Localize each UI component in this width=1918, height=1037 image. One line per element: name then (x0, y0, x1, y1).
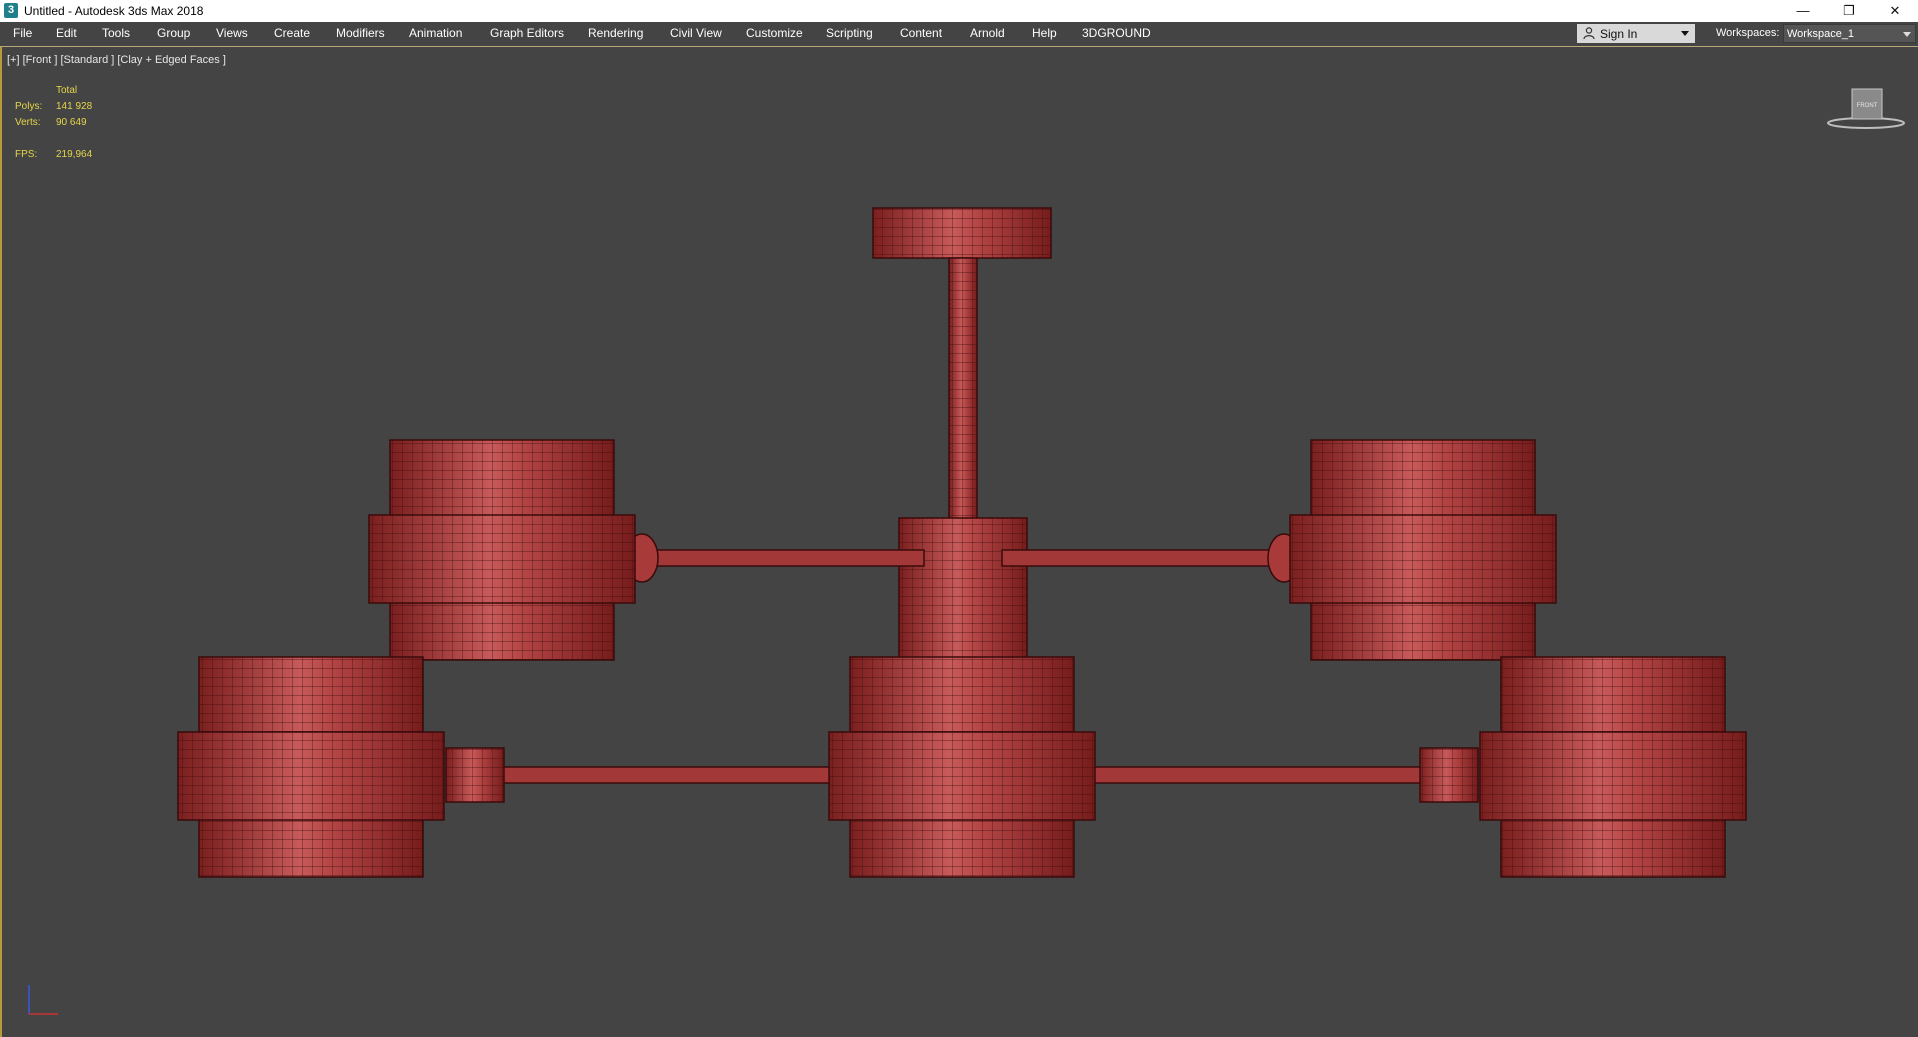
menu-animation[interactable]: Animation (409, 26, 462, 40)
sign-in-button[interactable]: Sign In (1577, 24, 1695, 43)
window-title: Untitled - Autodesk 3ds Max 2018 (24, 4, 204, 18)
canopy (872, 207, 1052, 259)
menu-modifiers[interactable]: Modifiers (336, 26, 385, 40)
lower-joint-left (445, 747, 505, 803)
menu-tools[interactable]: Tools (102, 26, 130, 40)
menu-content[interactable]: Content (900, 26, 942, 40)
lamp-lower-center-shade-outer (849, 656, 1075, 878)
lamp-upper-left-shade-outer-wireframe (390, 440, 614, 660)
menu-civil-view[interactable]: Civil View (670, 26, 722, 40)
menu-bar: File Edit Tools Group Views Create Modif… (0, 22, 1918, 47)
lamp-lower-right-shade-outer-wireframe (1501, 657, 1725, 877)
lamp-lower-left-shade-outer-wireframe (199, 657, 423, 877)
stats-verts-value: 90 649 (56, 117, 87, 128)
hub-wireframe (899, 518, 1027, 658)
user-icon (1583, 27, 1595, 39)
workspace-value: Workspace_1 (1787, 28, 1855, 40)
menu-3dground[interactable]: 3DGROUND (1082, 26, 1151, 40)
stats-fps-label: FPS: (15, 149, 38, 160)
menu-graph-editors[interactable]: Graph Editors (490, 26, 564, 40)
lamp-lower-center-shade-band (828, 731, 1096, 821)
stats-fps-value: 219,964 (56, 149, 93, 160)
app-icon: 3 (4, 3, 18, 18)
menu-create[interactable]: Create (274, 26, 310, 40)
stats-polys-value: 141 928 (56, 101, 93, 112)
stats-polys-label: Polys: (15, 101, 43, 112)
axis-tripod-icon (28, 985, 58, 1015)
front-viewport[interactable]: [+] [Front ] [Standard ] [Clay + Edged F… (0, 47, 1918, 1037)
lamp-upper-right-shade-band-wireframe (1290, 515, 1556, 603)
menu-scripting[interactable]: Scripting (826, 26, 873, 40)
viewport-label[interactable]: [+] [Front ] [Standard ] [Clay + Edged F… (7, 54, 226, 66)
lamp-upper-left-shade-band (368, 514, 636, 604)
stem-wireframe (949, 258, 977, 520)
chevron-down-icon (1903, 32, 1911, 37)
lamp-lower-left-shade-band-wireframe (178, 732, 444, 820)
menu-arnold[interactable]: Arnold (970, 26, 1005, 40)
lamp-upper-right-shade-outer-wireframe (1311, 440, 1535, 660)
canopy-wireframe (873, 208, 1051, 258)
menu-customize[interactable]: Customize (746, 26, 803, 40)
upper-joint-left (625, 533, 659, 583)
lamp-lower-right-shade-outer (1500, 656, 1726, 878)
lamp-upper-left-shade-outer (389, 439, 615, 661)
lamp-lower-left-shade-outer (198, 656, 424, 878)
lamp-lower-left-shade-band (177, 731, 445, 821)
stem (948, 257, 978, 521)
upper-joint-right (1267, 533, 1301, 583)
menu-rendering[interactable]: Rendering (588, 26, 643, 40)
sign-in-label: Sign In (1600, 27, 1638, 41)
hub (898, 517, 1028, 659)
lower-joint-right (1419, 747, 1479, 803)
model-canvas (177, 207, 1747, 878)
minimize-button[interactable]: — (1780, 0, 1826, 22)
title-bar: 3 Untitled - Autodesk 3ds Max 2018 — ❐ ✕ (0, 0, 1918, 22)
chandelier-model[interactable] (177, 207, 1747, 878)
menu-views[interactable]: Views (216, 26, 248, 40)
upper-arm-right (1001, 549, 1285, 567)
lamp-lower-right-shade-band (1479, 731, 1747, 821)
menu-group[interactable]: Group (157, 26, 190, 40)
workspaces-label: Workspaces: (1716, 27, 1780, 39)
lamp-lower-center-shade-band-wireframe (829, 732, 1095, 820)
menu-help[interactable]: Help (1032, 26, 1057, 40)
menu-edit[interactable]: Edit (56, 26, 77, 40)
lower-arm-left (491, 766, 833, 784)
upper-arm-left (641, 549, 925, 567)
close-button[interactable]: ✕ (1872, 0, 1918, 22)
menu-file[interactable]: File (13, 26, 32, 40)
view-cube-face-label: FRONT (1857, 103, 1878, 109)
lamp-lower-right-shade-band-wireframe (1480, 732, 1746, 820)
lower-joint-right-wireframe (1420, 748, 1478, 802)
view-cube[interactable]: FRONT (1822, 85, 1906, 135)
stats-total-label: Total (56, 85, 78, 96)
chevron-down-icon (1681, 31, 1689, 36)
restore-button[interactable]: ❐ (1826, 0, 1872, 22)
stats-verts-label: Verts: (15, 117, 41, 128)
lamp-upper-left-shade-band-wireframe (369, 515, 635, 603)
lamp-lower-center-shade-outer-wireframe (850, 657, 1074, 877)
lower-joint-left-wireframe (446, 748, 504, 802)
lamp-upper-right-shade-outer (1310, 439, 1536, 661)
lower-arm-right (1091, 766, 1433, 784)
workspace-dropdown[interactable]: Workspace_1 (1783, 24, 1916, 43)
lamp-upper-right-shade-band (1289, 514, 1557, 604)
